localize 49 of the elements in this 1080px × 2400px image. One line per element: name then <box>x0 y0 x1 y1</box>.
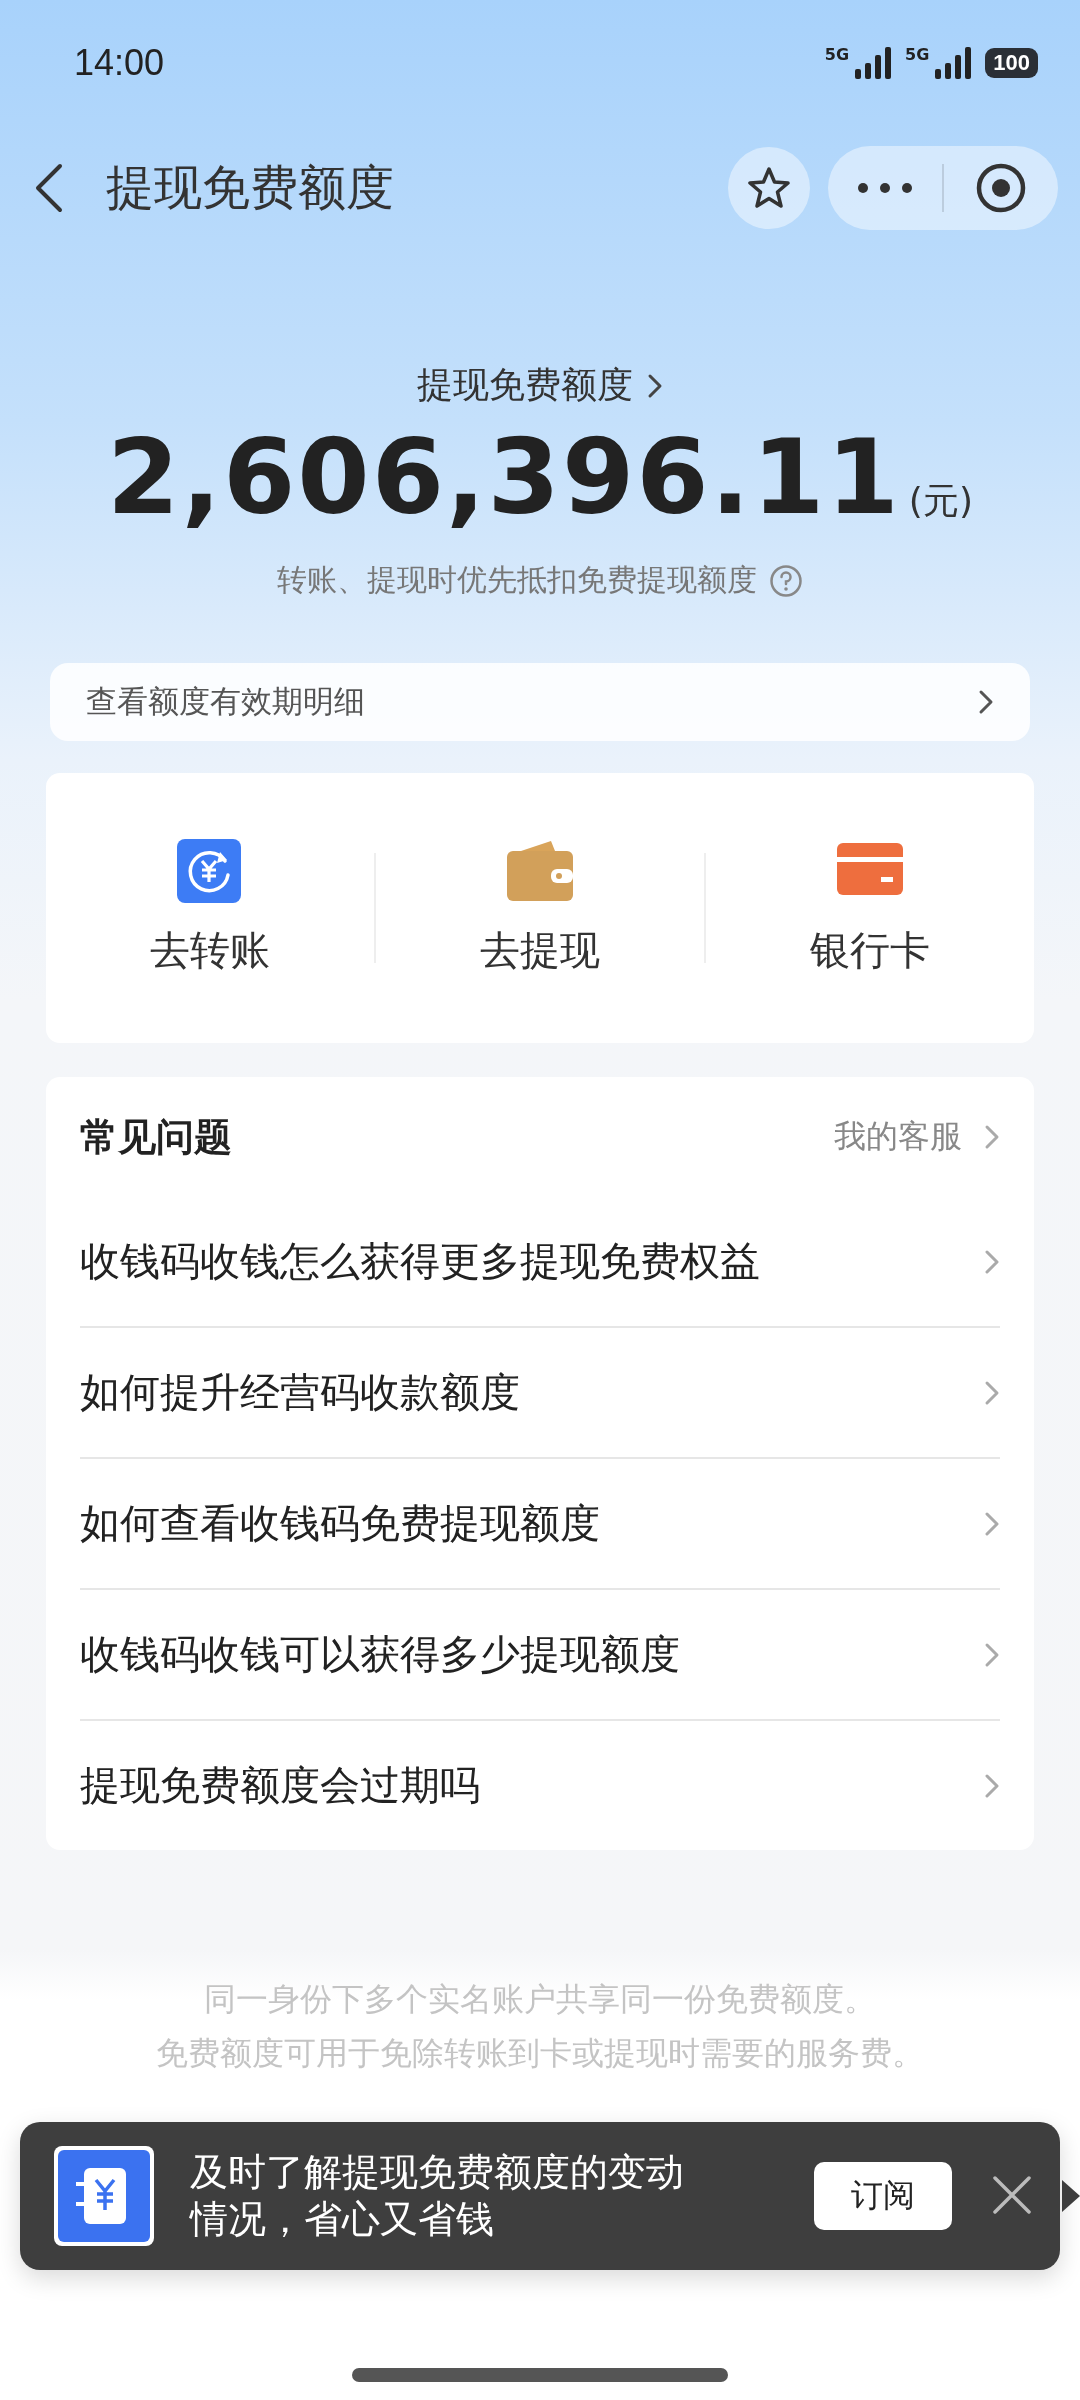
star-icon <box>746 166 792 210</box>
subscribe-button[interactable]: 订阅 <box>814 2162 952 2230</box>
faq-item[interactable]: 提现免费额度会过期吗 <box>80 1721 1000 1850</box>
quota-link[interactable]: 提现免费额度 <box>417 361 663 410</box>
faq-question: 如何查看收钱码免费提现额度 <box>80 1499 600 1548</box>
footer-note: 免费额度可用于免除转账到卡或提现时需要的服务费。 <box>156 2033 924 2074</box>
chevron-icon <box>647 372 663 399</box>
signal-icon <box>853 46 893 79</box>
faq-item[interactable]: 如何查看收钱码免费提现额度 <box>80 1459 1000 1590</box>
faq-item[interactable]: 收钱码收钱可以获得多少提现额度 <box>80 1590 1000 1721</box>
action-button[interactable]: 去提现 <box>376 838 704 978</box>
network-label: 5G <box>905 46 930 63</box>
chevron-icon <box>984 1641 1000 1668</box>
chevron-icon <box>984 1124 1000 1150</box>
faq-question: 收钱码收钱怎么获得更多提现免费权益 <box>80 1237 760 1286</box>
chevron-icon <box>978 689 994 715</box>
battery-indicator: 100 <box>985 47 1038 78</box>
faq-question: 如何提升经营码收款额度 <box>80 1368 520 1417</box>
quota-label: 提现免费额度 <box>417 363 633 407</box>
quota-note: 转账、提现时优先抵扣免费提现额度 <box>277 561 757 599</box>
currency-unit: (元) <box>908 479 973 523</box>
target-icon <box>975 162 1027 214</box>
faq-question: 提现免费额度会过期吗 <box>80 1761 480 1810</box>
banner-message: 及时了解提现免费额度的变动情况，省心又省钱 <box>190 2148 684 2243</box>
chevron-icon <box>984 1379 1000 1406</box>
app-icon <box>54 2146 154 2246</box>
chevron-icon <box>984 1510 1000 1537</box>
network-label: 5G <box>824 46 849 63</box>
footer-note: 同一身份下多个实名账户共享同一份免费额度。 <box>204 1979 876 2020</box>
status-time: 14:00 <box>74 41 165 84</box>
validity-label: 查看额度有效期明细 <box>86 682 365 721</box>
more-icon <box>857 182 913 194</box>
action-button[interactable]: 去转账 <box>46 838 374 978</box>
faq-item[interactable]: 收钱码收钱怎么获得更多提现免费权益 <box>80 1197 1000 1328</box>
section-title: 常见问题 <box>80 1113 232 1161</box>
wallet-icon <box>507 838 573 903</box>
signal-icon <box>933 46 974 79</box>
chevron-icon <box>984 1248 1000 1275</box>
page-title: 提现免费额度 <box>106 158 395 217</box>
quota-amount: 2,606,396.11 <box>107 416 901 538</box>
chevron-icon <box>984 1772 1000 1799</box>
help-icon[interactable] <box>769 563 803 598</box>
close-icon <box>992 2174 1032 2215</box>
yuan-transfer-icon <box>177 838 243 903</box>
customer-service-link[interactable]: 我的客服 <box>834 1115 1000 1159</box>
faq-question: 收钱码收钱可以获得多少提现额度 <box>80 1630 680 1679</box>
action-button[interactable]: 银行卡 <box>706 838 1034 978</box>
validity-details-row[interactable]: 查看额度有效期明细 <box>50 663 1030 741</box>
faq-item[interactable]: 如何提升经营码收款额度 <box>80 1328 1000 1459</box>
